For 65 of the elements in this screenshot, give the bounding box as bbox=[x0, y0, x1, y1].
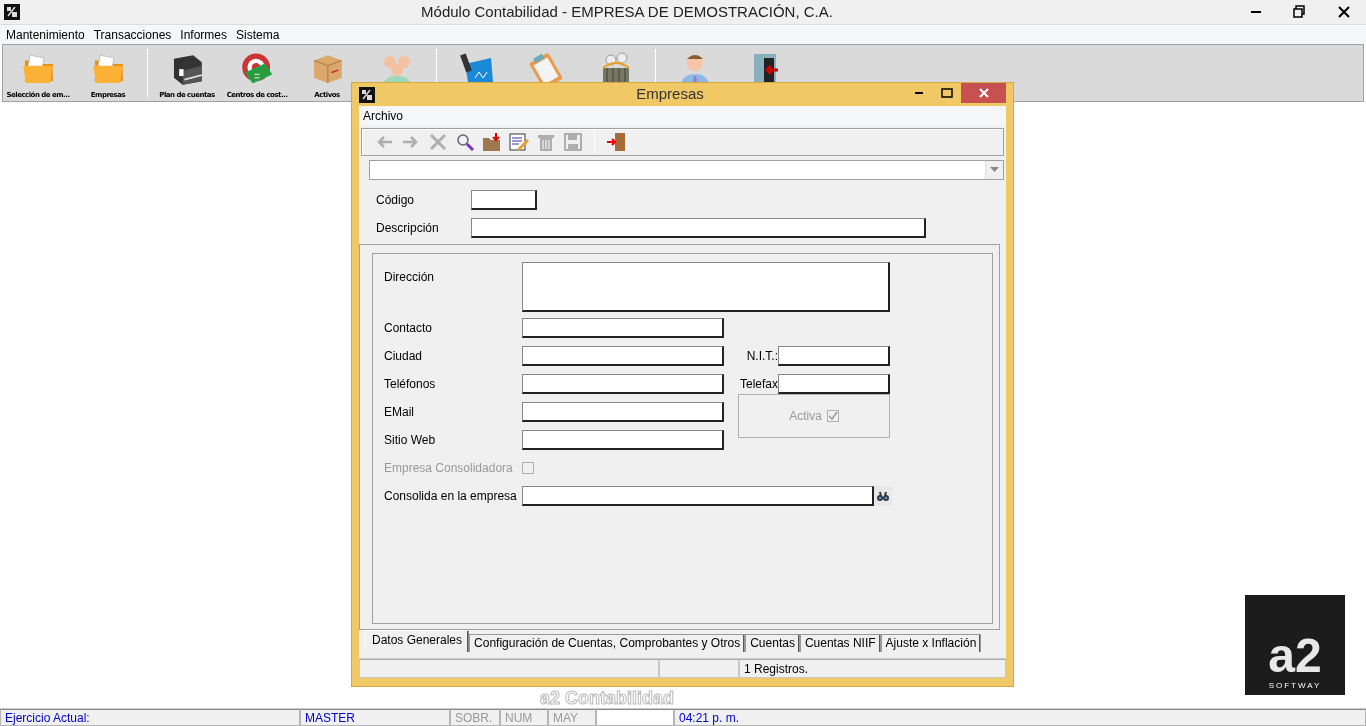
input-field[interactable] bbox=[522, 486, 874, 506]
menu-item[interactable]: Mantenimiento bbox=[2, 25, 90, 44]
tab[interactable]: Configuración de Cuentas, Comprobantes y Otros bbox=[469, 634, 746, 652]
dialog-title: Empresas bbox=[635, 84, 705, 105]
field-label: EMail bbox=[384, 404, 415, 421]
field-label: Telefax bbox=[738, 376, 778, 393]
menu-item[interactable]: Sistema bbox=[232, 25, 285, 44]
input-field[interactable] bbox=[522, 318, 724, 338]
checkbox-label: Empresa Consolidadora bbox=[384, 460, 514, 477]
status-text: NUM bbox=[500, 709, 548, 726]
menu-item[interactable]: Transacciones bbox=[89, 25, 177, 44]
field-label: Contacto bbox=[384, 320, 434, 337]
tab[interactable]: Cuentas bbox=[745, 634, 800, 652]
tab[interactable]: Datos Generales bbox=[365, 630, 470, 652]
logo-text: a2 bbox=[1268, 632, 1322, 680]
app-icon bbox=[4, 4, 20, 20]
text-area[interactable] bbox=[522, 262, 890, 312]
input-field[interactable] bbox=[522, 374, 724, 394]
status-text: MAY bbox=[548, 709, 596, 726]
field-label: Teléfonos bbox=[384, 376, 437, 393]
folder-icon bbox=[482, 132, 502, 152]
trash-icon bbox=[536, 132, 556, 152]
input-field[interactable] bbox=[471, 218, 926, 238]
save-icon bbox=[563, 132, 583, 152]
status-text: Ejercicio Actual: bbox=[0, 709, 300, 726]
x-mark-icon bbox=[428, 132, 448, 152]
close-icon bbox=[976, 86, 991, 100]
maximize-icon bbox=[940, 86, 954, 100]
binoculars-icon bbox=[876, 489, 890, 503]
status-text: SOBR. bbox=[450, 709, 500, 726]
edit-icon bbox=[509, 132, 529, 152]
field-label: Consolida en la empresa bbox=[384, 488, 518, 505]
app-icon bbox=[359, 86, 375, 103]
minimize-icon bbox=[1251, 11, 1261, 13]
field-label: Dirección bbox=[384, 269, 435, 286]
field-label: N.I.T.: bbox=[745, 348, 778, 365]
tab[interactable]: Ajuste x Inflación bbox=[880, 634, 982, 652]
search-button[interactable] bbox=[874, 486, 892, 506]
checkbox-label: Activa bbox=[789, 408, 822, 425]
input-field[interactable] bbox=[522, 402, 724, 422]
window-title: Módulo Contabilidad - EMPRESA DE DEMOSTRACIÓN, C.A. bbox=[420, 1, 834, 22]
field-label: Código bbox=[376, 192, 416, 209]
menu-item[interactable]: Archivo bbox=[359, 107, 408, 125]
exit-door-icon bbox=[606, 132, 626, 152]
logo-tagline: SOFTWAY bbox=[1268, 680, 1322, 692]
field-label: Descripción bbox=[376, 220, 440, 237]
input-field[interactable] bbox=[522, 346, 724, 366]
tab[interactable]: Cuentas NIIF bbox=[799, 634, 881, 652]
field-label: Ciudad bbox=[384, 348, 424, 365]
input-field[interactable] bbox=[522, 430, 724, 450]
dropdown-field[interactable] bbox=[369, 160, 1004, 180]
input-field[interactable] bbox=[778, 374, 890, 394]
close-icon bbox=[1337, 5, 1351, 19]
restore-icon bbox=[1293, 5, 1307, 19]
status-text: MASTER bbox=[300, 709, 450, 726]
field-label: Sitio Web bbox=[384, 432, 437, 449]
status-text: 04:21 p. m. bbox=[674, 709, 1366, 726]
input-field[interactable] bbox=[471, 190, 537, 210]
search-icon bbox=[455, 132, 475, 152]
input-field[interactable] bbox=[778, 346, 890, 366]
status-text: 1 Registros. bbox=[739, 659, 1006, 678]
background-caption: a2 Contabilidad bbox=[540, 688, 674, 708]
dropdown-arrow-icon bbox=[990, 167, 999, 173]
menu-item[interactable]: Informes bbox=[176, 25, 232, 44]
minimize-icon bbox=[915, 92, 923, 94]
